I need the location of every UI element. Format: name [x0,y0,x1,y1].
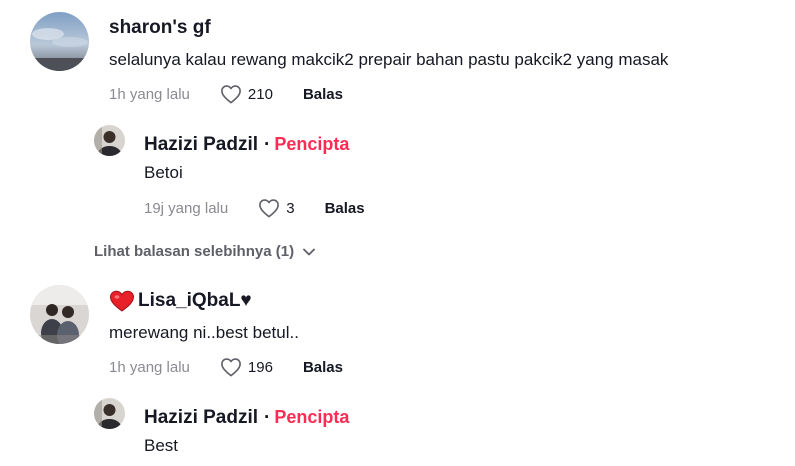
creator-badge: Pencipta [274,407,350,427]
like-count: 196 [247,358,273,376]
reply-button[interactable]: Balas [303,86,343,103]
like-count: 210 [247,85,273,103]
reply-text: Betoi [144,163,183,182]
reply-author-line: Hazizi Padzil · Pencipta [144,407,349,429]
avatar[interactable] [30,285,89,344]
separator-dot: · [264,407,271,428]
heart-outline-icon [259,199,280,218]
like-count: 3 [286,199,295,217]
reply-author[interactable]: Hazizi Padzil [144,134,258,156]
avatar[interactable] [94,125,125,156]
reply-author[interactable]: Hazizi Padzil [144,407,258,429]
avatar[interactable] [30,12,89,71]
comment-time: 1h yang lalu [109,85,190,103]
reply-text: Best [144,436,179,455]
red-heart-emoji [109,290,135,312]
creator-badge: Pencipta [274,134,350,154]
like-button[interactable]: 3 [258,198,295,218]
heart-outline-icon [220,358,241,377]
reply-button[interactable]: Balas [303,359,343,376]
reply-author-line: Hazizi Padzil · Pencipta [144,134,349,156]
comment-author-line: Lisa_iQbaL♥ [109,290,252,312]
comment-text: merewang ni..best betul.. [109,323,299,342]
separator-dot: · [264,134,271,155]
comment-time: 1h yang lalu [109,358,190,376]
view-more-replies-label: Lihat balasan selebihnya (1) [94,243,295,260]
avatar[interactable] [94,398,125,429]
heart-outline-icon [220,85,241,104]
like-button[interactable]: 196 [220,357,273,377]
reply-button[interactable]: Balas [325,200,365,217]
comment-author[interactable]: Lisa_iQbaL♥ [138,290,252,312]
comment-author[interactable]: sharon's gf [109,17,211,39]
comment-meta: 1h yang lalu 196 Balas [109,357,343,377]
comment-text: selalunya kalau rewang makcik2 prepair b… [109,50,669,69]
reply-meta: 19j yang lalu 3 Balas [144,198,365,218]
chevron-down-icon [303,248,315,255]
reply-time: 19j yang lalu [144,199,229,217]
view-more-replies[interactable]: Lihat balasan selebihnya (1) [94,243,316,260]
comment-meta: 1h yang lalu 210 Balas [109,84,343,104]
like-button[interactable]: 210 [220,84,273,104]
